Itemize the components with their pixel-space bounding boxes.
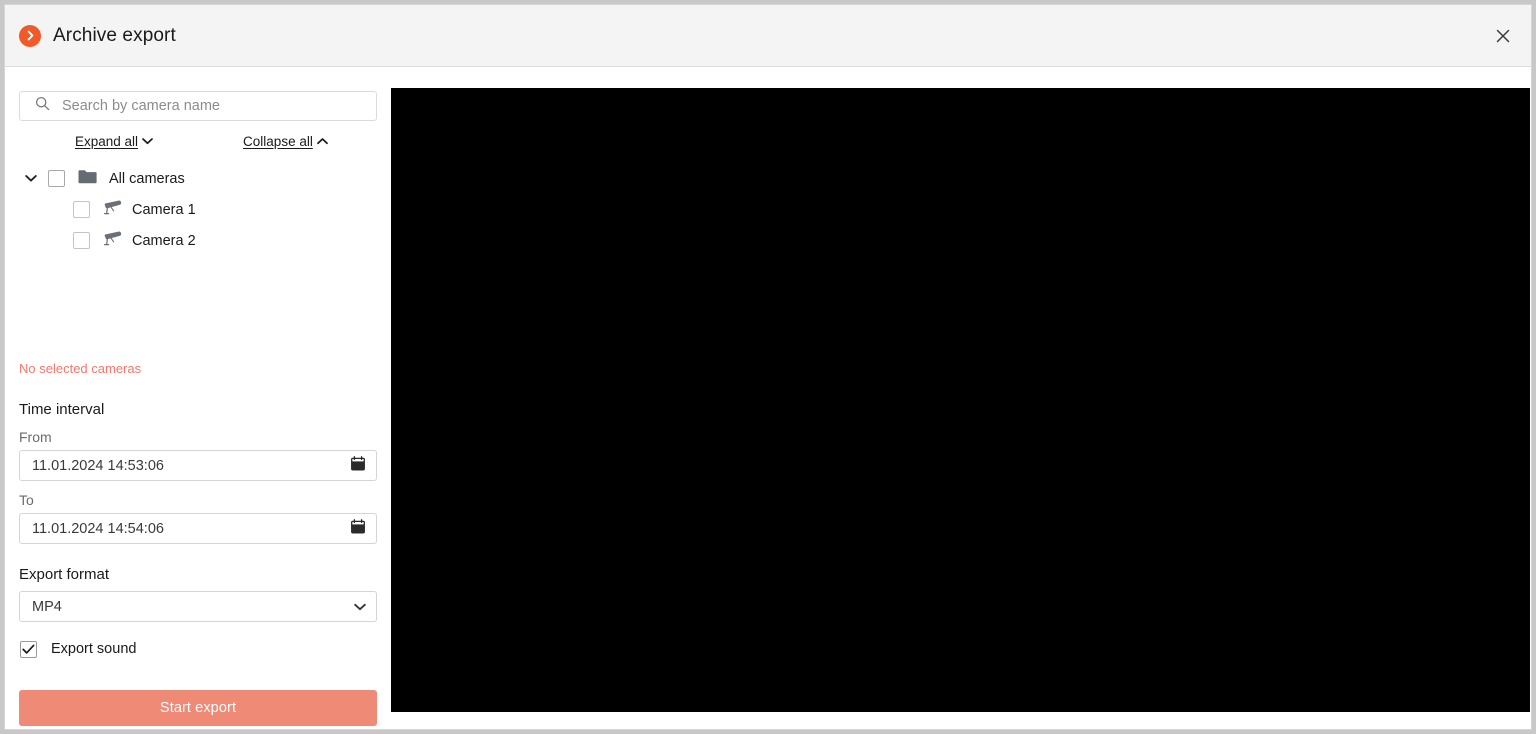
no-selection-warning: No selected cameras: [19, 361, 142, 376]
archive-export-window: Archive export Search by camera name Exp…: [4, 4, 1532, 730]
start-export-button[interactable]: Start export: [19, 690, 377, 726]
tree-row-all-cameras[interactable]: All cameras: [19, 163, 377, 194]
chevron-right-circle-icon: [19, 24, 41, 47]
checkbox-camera-2[interactable]: [73, 232, 90, 249]
export-format-select[interactable]: MP4: [19, 591, 377, 622]
to-datetime-input[interactable]: [19, 513, 377, 544]
expand-all-label: Expand all: [75, 133, 139, 149]
time-interval-heading: Time interval: [19, 401, 105, 418]
expander-chevron-down-icon[interactable]: [21, 169, 41, 189]
from-datetime-input[interactable]: [19, 450, 377, 481]
camera-tree: All cameras Camera 1 Camera 2: [19, 163, 377, 256]
export-sound-row[interactable]: Export sound: [19, 638, 377, 660]
chevron-down-icon: [142, 137, 153, 145]
folder-icon: [78, 169, 97, 189]
export-sound-checkbox[interactable]: [20, 640, 37, 658]
close-button[interactable]: [1475, 5, 1531, 66]
export-sound-label: Export sound: [51, 641, 137, 657]
collapse-all-link[interactable]: Collapse all: [243, 134, 328, 149]
cctv-camera-icon: [102, 199, 122, 220]
export-format-heading: Export format: [19, 566, 110, 583]
export-settings-panel: Expand all Collapse all: [5, 67, 391, 729]
title-bar: Archive export: [5, 5, 1531, 67]
close-icon: [1496, 29, 1510, 43]
export-format-field: MP4: [19, 591, 377, 622]
page-title: Archive export: [53, 24, 176, 46]
to-label: To: [19, 492, 34, 508]
window-body: Expand all Collapse all: [5, 67, 1531, 729]
tree-row-camera-1[interactable]: Camera 1: [19, 194, 377, 225]
collapse-all-label: Collapse all: [243, 133, 313, 149]
from-datetime-field: [19, 450, 377, 481]
from-label: From: [19, 429, 52, 445]
tree-label-camera-1: Camera 1: [132, 201, 196, 218]
tree-row-camera-2[interactable]: Camera 2: [19, 225, 377, 256]
chevron-up-icon: [316, 137, 328, 145]
tree-label-all-cameras: All cameras: [109, 170, 185, 187]
video-preview[interactable]: [391, 88, 1530, 712]
checkbox-all-cameras[interactable]: [48, 170, 65, 187]
tree-action-bar: Expand all Collapse all: [19, 131, 377, 151]
expand-all-link[interactable]: Expand all: [75, 134, 153, 149]
to-datetime-field: [19, 513, 377, 544]
search-input[interactable]: [19, 91, 377, 121]
cctv-camera-icon: [102, 230, 122, 251]
tree-label-camera-2: Camera 2: [132, 232, 196, 249]
checkbox-camera-1[interactable]: [73, 201, 90, 218]
camera-search: [19, 91, 377, 121]
